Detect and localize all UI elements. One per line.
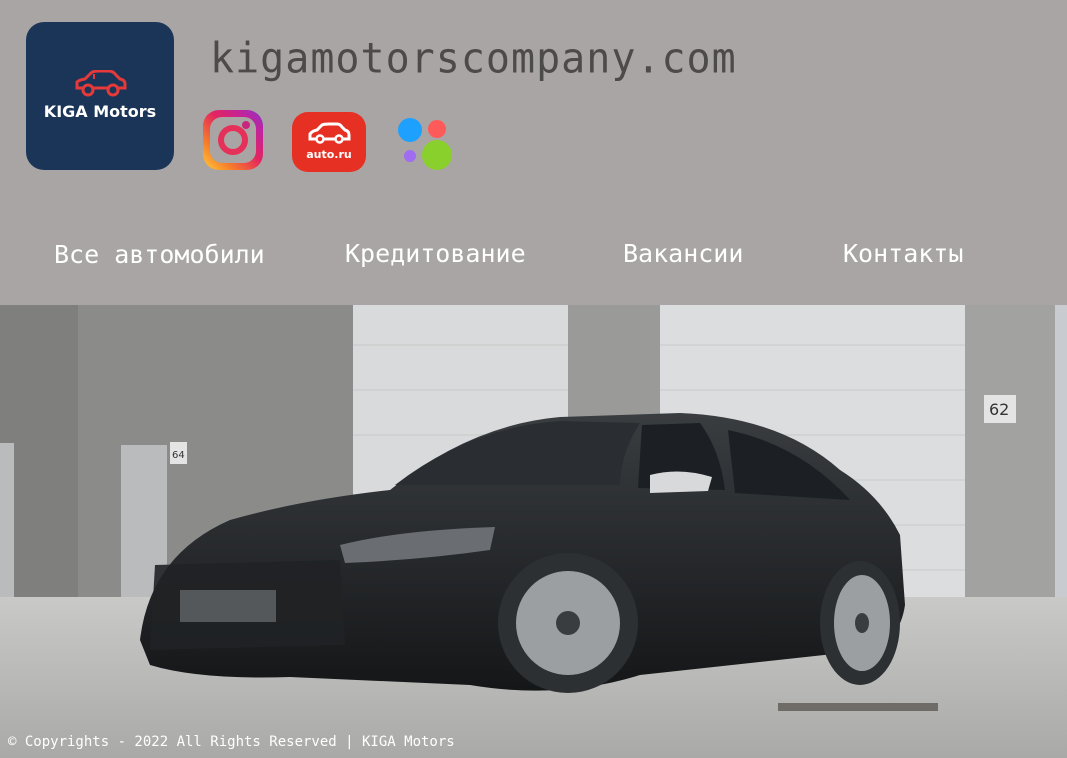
building-number-left: 64 xyxy=(172,450,185,461)
site-header: KIGA Motors kigamotorscompany.com auto.r… xyxy=(0,0,1067,305)
nav-vacancies[interactable]: Вакансии xyxy=(623,239,743,268)
footer-copyright: © Copyrights - 2022 All Rights Reserved … xyxy=(8,734,455,750)
autoru-label: auto.ru xyxy=(306,148,352,161)
nav-credit[interactable]: Кредитование xyxy=(345,239,526,268)
dots-icon[interactable] xyxy=(396,116,456,172)
building-number-right: 62 xyxy=(989,400,1009,419)
kiga-logo[interactable]: KIGA Motors xyxy=(26,22,174,170)
instagram-icon[interactable] xyxy=(203,110,263,170)
nav-all-cars[interactable]: Все автомобили xyxy=(54,240,265,269)
autoru-icon[interactable]: auto.ru xyxy=(292,112,366,172)
hero-car-image: 64 62 xyxy=(0,305,1067,758)
site-domain: kigamotorscompany.com xyxy=(210,34,737,84)
nav-contacts[interactable]: Контакты xyxy=(843,239,963,268)
car-logo-icon xyxy=(75,70,127,97)
logo-text: KIGA Motors xyxy=(43,102,157,121)
